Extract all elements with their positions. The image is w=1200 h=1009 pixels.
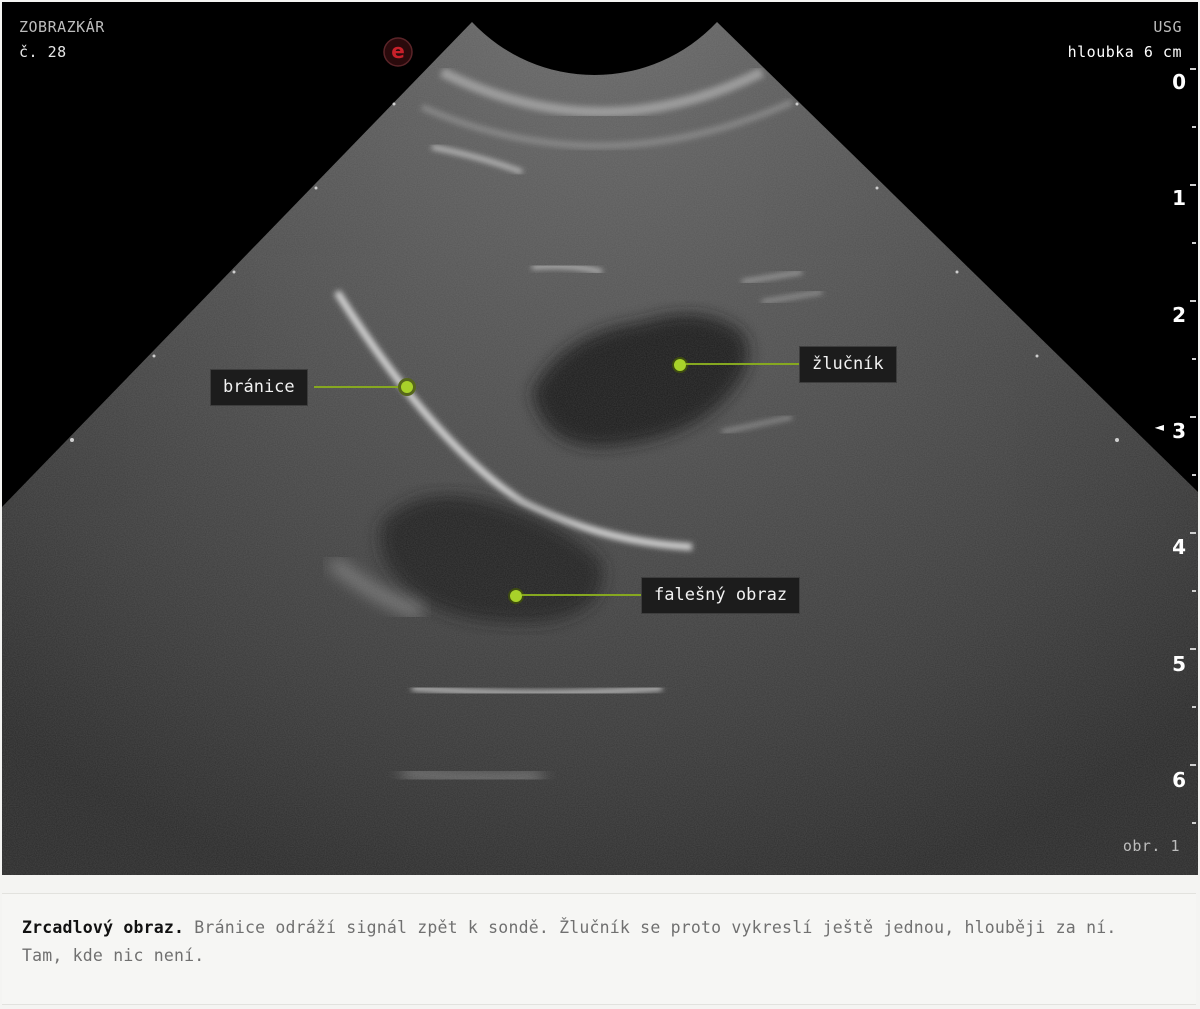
svg-text:e: e (391, 39, 405, 63)
depth-tick-label: 1 (1172, 186, 1186, 210)
depth-tick-label: 6 (1172, 768, 1186, 792)
leader-line (522, 594, 642, 596)
depth-tick-label: 5 (1172, 652, 1186, 676)
label-mirror-image: falešný obraz (641, 577, 801, 614)
depth-label: hloubka 6 cm (1067, 43, 1182, 61)
logo-icon: e (382, 36, 414, 68)
marker-dot-gallbladder (672, 357, 688, 373)
depth-tick-label: 4 (1172, 535, 1186, 559)
leader-line (686, 363, 800, 365)
depth-tick-label: 0 (1172, 70, 1186, 94)
item-number: č. 28 (19, 43, 67, 61)
app-name: ZOBRAZKÁR (19, 18, 105, 36)
depth-tick-label: 2 (1172, 303, 1186, 327)
marker-dot-mirror (508, 588, 524, 604)
caption-text: Bránice odráží signál zpět k sondě. Žluč… (22, 918, 1117, 965)
figure-label: obr. 1 (1122, 837, 1180, 855)
caption-title: Zrcadlový obraz. (22, 918, 185, 937)
depth-tick-label: 3 (1172, 419, 1186, 443)
marker-dot-diaphragm (398, 378, 416, 396)
label-diaphragm: bránice (210, 369, 308, 406)
ultrasound-image (2, 22, 1198, 875)
focus-marker-icon: ◄ (1154, 420, 1164, 434)
modality-label: USG (1153, 18, 1182, 36)
figure-caption: Zrcadlový obraz. Bránice odráží signál z… (2, 893, 1196, 1005)
label-gallbladder: žlučník (799, 346, 897, 383)
leader-line (314, 386, 400, 388)
ultrasound-viewer: e ZOBRAZKÁR č. 28 USG hloubka 6 cm 0 1 2… (2, 2, 1198, 875)
